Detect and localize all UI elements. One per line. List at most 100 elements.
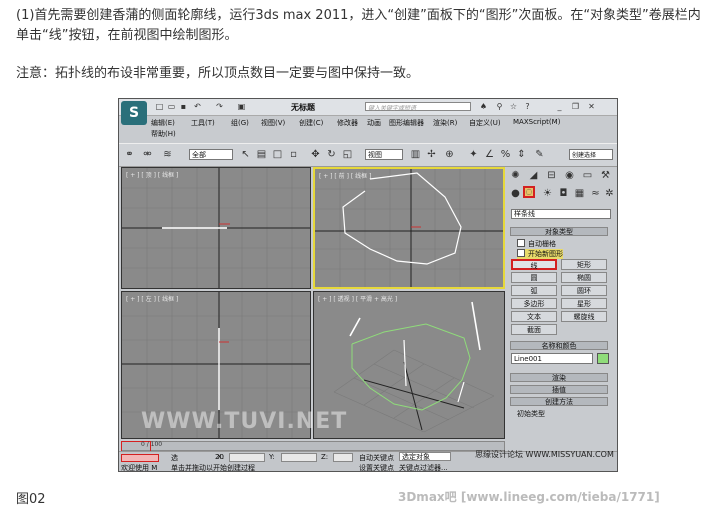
rect-select-icon[interactable]: □ xyxy=(271,148,284,161)
create-tab-icon[interactable]: ✺ xyxy=(509,169,522,182)
binoculars-icon[interactable]: ♠ xyxy=(479,102,488,111)
rollout-name-color[interactable]: 名称和颜色 xyxy=(510,341,608,350)
donut-button[interactable]: 圆环 xyxy=(561,285,607,296)
cameras-icon[interactable]: ◘ xyxy=(557,187,570,200)
rotate-icon[interactable]: ↻ xyxy=(325,148,338,161)
time-slider[interactable] xyxy=(121,441,505,451)
source-footer: 3Dmax吧 [www.lineeg.com/tieba/1771] xyxy=(398,490,660,504)
object-name-field[interactable]: Line001 xyxy=(511,353,593,364)
y-coord-field[interactable] xyxy=(281,453,317,462)
ngon-button[interactable]: 多边形 xyxy=(511,298,557,309)
manipulate-icon[interactable]: ✢ xyxy=(425,148,438,161)
window-crossing-icon[interactable]: ▫ xyxy=(287,148,300,161)
star-button[interactable]: 星形 xyxy=(561,298,607,309)
start-new-shape-checkbox[interactable]: 开始新图形 xyxy=(517,249,563,259)
viewport-top-label[interactable]: [ + ] [ 顶 ] [ 线框 ] xyxy=(126,170,178,179)
rollout-interpolation[interactable]: 插值 xyxy=(510,385,608,394)
move-icon[interactable]: ✥ xyxy=(309,148,322,161)
text-button[interactable]: 文本 xyxy=(511,311,557,322)
object-color-swatch[interactable] xyxy=(597,353,609,364)
shapes-icon[interactable]: ◌ xyxy=(523,186,535,198)
question-icon[interactable]: ? xyxy=(523,102,532,111)
utilities-tab-icon[interactable]: ⚒ xyxy=(599,169,612,182)
select-icon[interactable]: ↖ xyxy=(239,148,252,161)
ellipse-button[interactable]: 椭圆 xyxy=(561,272,607,283)
menu-customize[interactable]: 自定义(U) xyxy=(469,118,501,128)
line-button[interactable]: 线 xyxy=(511,259,557,270)
menu-edit[interactable]: 编辑(E) xyxy=(151,118,175,128)
redo-icon[interactable]: ↷ xyxy=(215,102,224,111)
menu-modifiers[interactable]: 修改器 xyxy=(337,118,358,128)
viewport-perspective-label[interactable]: [ + ] [ 透视 ] [ 平滑 + 高光 ] xyxy=(318,294,397,303)
auto-key-dropdown[interactable]: 选定对象 xyxy=(399,452,451,461)
spacewarps-icon[interactable]: ≈ xyxy=(589,187,602,200)
motion-tab-icon[interactable]: ◉ xyxy=(563,169,576,182)
bind-spacewarp-icon[interactable]: ≋ xyxy=(161,148,174,161)
menu-animation[interactable]: 动画 xyxy=(367,118,381,128)
geometry-icon[interactable]: ● xyxy=(509,187,522,200)
helix-button[interactable]: 螺旋线 xyxy=(561,311,607,322)
hierarchy-tab-icon[interactable]: ⊟ xyxy=(545,169,558,182)
menu-help[interactable]: 帮助(H) xyxy=(151,129,176,139)
ref-coord-dropdown[interactable]: 视图 xyxy=(365,149,403,160)
menu-tools[interactable]: 工具(T) xyxy=(191,118,215,128)
menu-graph[interactable]: 图形编辑器 xyxy=(389,118,424,128)
star-icon[interactable]: ☆ xyxy=(509,102,518,111)
rectangle-button[interactable]: 矩形 xyxy=(561,259,607,270)
percent-snap-icon[interactable]: % xyxy=(499,148,512,161)
menu-view[interactable]: 视图(V) xyxy=(261,118,285,128)
select-by-name-icon[interactable]: ▤ xyxy=(255,148,268,161)
arc-button[interactable]: 弧 xyxy=(511,285,557,296)
menu-create[interactable]: 创建(C) xyxy=(299,118,323,128)
angle-snap-icon[interactable]: ∠ xyxy=(483,148,496,161)
rollout-creation-method[interactable]: 创建方法 xyxy=(510,397,608,406)
restore-icon[interactable]: ❐ xyxy=(571,102,580,111)
save-icon[interactable]: ▪ xyxy=(179,102,188,111)
time-slider-position: 0 / 100 xyxy=(141,441,163,448)
modify-tab-icon[interactable]: ◢ xyxy=(527,169,540,182)
app-logo[interactable]: S xyxy=(121,101,147,125)
menu-group[interactable]: 组(G) xyxy=(231,118,249,128)
maxscript-listener[interactable] xyxy=(121,454,159,462)
project-folder-icon[interactable]: ▣ xyxy=(237,102,246,111)
rollout-object-type[interactable]: 对象类型 xyxy=(510,227,608,236)
link-icon[interactable]: ⚭ xyxy=(123,148,136,161)
viewport-front[interactable]: [ + ] [ 前 ] [ 线框 ] xyxy=(313,167,505,289)
search-icon[interactable]: ⚲ xyxy=(495,102,504,111)
menu-maxscript[interactable]: MAXScript(M) xyxy=(513,118,560,126)
edit-named-sel-icon[interactable]: ✎ xyxy=(533,148,546,161)
new-file-icon[interactable]: □ xyxy=(155,102,164,111)
selection-filter-dropdown[interactable]: 全部 xyxy=(189,149,233,160)
spinner-snap-icon[interactable]: ⇕ xyxy=(515,148,528,161)
main-toolbar: ⚭ ⚮ ≋ 全部 ↖ ▤ □ ▫ ✥ ↻ ◱ 视图 ▥ ✢ ⊕ ✦ ∠ % ⇕ … xyxy=(119,143,617,167)
open-file-icon[interactable]: ▭ xyxy=(167,102,176,111)
scale-icon[interactable]: ◱ xyxy=(341,148,354,161)
systems-icon[interactable]: ✲ xyxy=(603,187,616,200)
helpers-icon[interactable]: ▦ xyxy=(573,187,586,200)
snap-toggle-icon[interactable]: ✦ xyxy=(467,148,480,161)
viewport-front-label[interactable]: [ + ] [ 前 ] [ 线框 ] xyxy=(319,171,371,180)
minimize-icon[interactable]: _ xyxy=(555,102,564,111)
viewport-left-label[interactable]: [ + ] [ 左 ] [ 线框 ] xyxy=(126,294,178,303)
auto-grid-checkbox[interactable]: 自动栅格 xyxy=(517,239,556,249)
menu-render[interactable]: 渲染(R) xyxy=(433,118,457,128)
auto-key-button[interactable]: 自动关键点 xyxy=(359,453,394,463)
x-coord-field[interactable] xyxy=(229,453,265,462)
unlink-icon[interactable]: ⚮ xyxy=(141,148,154,161)
shape-category-dropdown[interactable]: 样条线 xyxy=(511,209,611,219)
circle-button[interactable]: 圆 xyxy=(511,272,557,283)
keyboard-shortcut-icon[interactable]: ⊕ xyxy=(443,148,456,161)
z-coord-field[interactable] xyxy=(333,453,353,462)
search-input[interactable]: 键入关键字或短语 xyxy=(365,102,471,112)
close-icon[interactable]: ✕ xyxy=(587,102,596,111)
lights-icon[interactable]: ☀ xyxy=(541,187,554,200)
set-key-button[interactable]: 设置关键点 xyxy=(359,463,394,471)
rollout-rendering[interactable]: 渲染 xyxy=(510,373,608,382)
section-button[interactable]: 截面 xyxy=(511,324,557,335)
pivot-icon[interactable]: ▥ xyxy=(409,148,422,161)
key-filter-button[interactable]: 关键点过滤器... xyxy=(399,463,448,471)
viewport-top[interactable]: [ + ] [ 顶 ] [ 线框 ] xyxy=(121,167,311,289)
display-tab-icon[interactable]: ▭ xyxy=(581,169,594,182)
named-selection-field[interactable]: 创建选择 xyxy=(569,149,613,160)
undo-icon[interactable]: ↶ xyxy=(193,102,202,111)
